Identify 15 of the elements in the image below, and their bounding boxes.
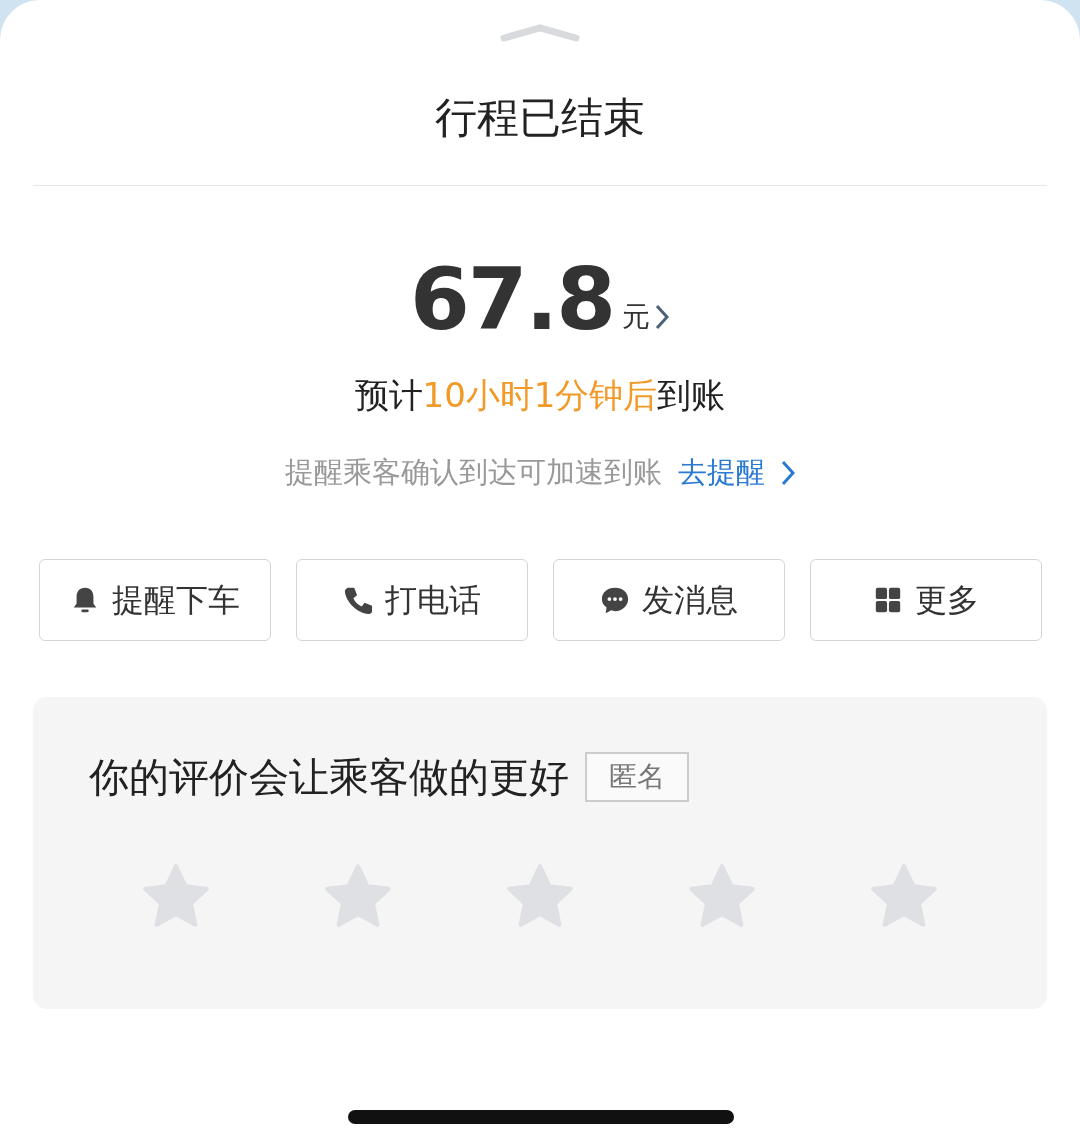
anonymous-tag: 匿名 bbox=[585, 751, 689, 802]
fare-detail-link[interactable]: 元 bbox=[622, 296, 671, 338]
rating-title: 你的评价会让乘客做的更好 bbox=[89, 752, 569, 802]
call-button[interactable]: 打电话 bbox=[295, 558, 528, 641]
arrival-estimate: 预计10小时1分钟后到账 bbox=[354, 374, 726, 417]
drag-handle-icon[interactable] bbox=[500, 22, 580, 42]
reminder-hint: 提醒乘客确认到达可加速到账 bbox=[285, 454, 662, 491]
remind-link[interactable]: 去提醒 bbox=[678, 451, 795, 495]
alight-reminder-button[interactable]: 提醒下车 bbox=[38, 558, 271, 641]
more-button[interactable]: 更多 bbox=[809, 558, 1042, 641]
page-title: 行程已结束 bbox=[435, 92, 645, 144]
message-button[interactable]: 发消息 bbox=[552, 558, 785, 641]
chevron-right-icon bbox=[781, 459, 795, 486]
chevron-right-icon bbox=[654, 303, 671, 331]
fare-amount: 67.8 bbox=[409, 256, 615, 342]
